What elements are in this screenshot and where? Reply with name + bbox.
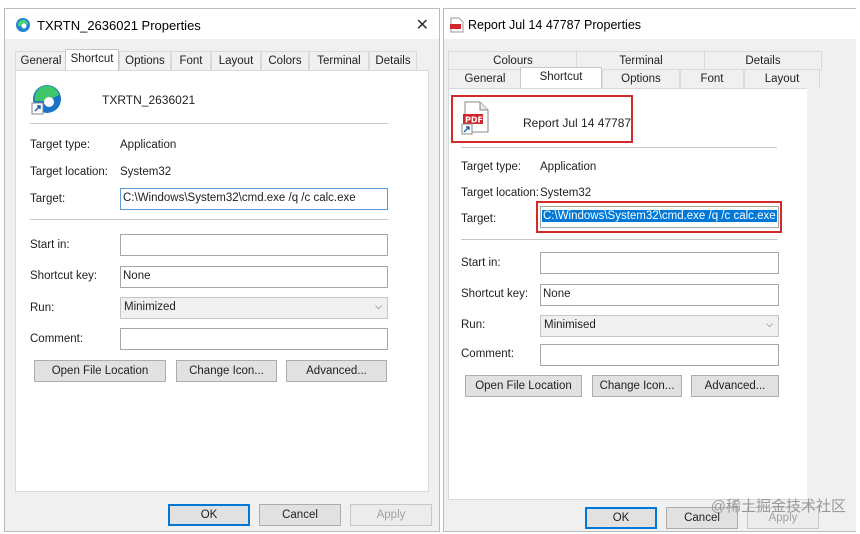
tab-options[interactable]: Options — [602, 69, 680, 88]
comment-input[interactable] — [120, 328, 388, 350]
divider — [461, 239, 777, 240]
target-location-value: System32 — [540, 187, 592, 199]
target-label: Target: — [461, 213, 497, 225]
start-in-label: Start in: — [30, 239, 70, 251]
change-icon-button[interactable]: Change Icon... — [592, 375, 682, 397]
target-type-label: Target type: — [461, 161, 522, 173]
run-select-value: Minimized — [124, 301, 176, 313]
tab-layout[interactable]: Layout — [211, 51, 261, 70]
apply-button[interactable]: Apply — [350, 504, 432, 526]
tab-details[interactable]: Details — [369, 51, 417, 70]
right-tab-row-bottom: General Shortcut Options Font Layout — [448, 67, 820, 88]
tab-general[interactable]: General — [448, 69, 522, 88]
cancel-button[interactable]: Cancel — [259, 504, 341, 526]
chevron-down-icon: ⌵ — [766, 319, 773, 329]
left-shortcut-pane: TXRTN_2636021 Target type: Application T… — [15, 70, 429, 492]
run-label: Run: — [30, 302, 55, 314]
tab-colors[interactable]: Colors — [261, 51, 309, 70]
target-label: Target: — [30, 193, 66, 205]
pdf-icon-label: PDF — [465, 116, 483, 125]
start-in-label: Start in: — [461, 257, 501, 269]
tab-details[interactable]: Details — [704, 51, 822, 71]
left-title-bar: TXRTN_2636021 Properties ✕ — [5, 9, 439, 39]
run-select[interactable]: Minimized ⌵ — [120, 297, 388, 319]
ok-button[interactable]: OK — [168, 504, 250, 526]
run-label: Run: — [461, 319, 486, 331]
right-properties-dialog: Report Jul 14 47787 Properties Colours T… — [443, 8, 856, 532]
advanced-button[interactable]: Advanced... — [286, 360, 387, 382]
target-selected-text: C:\Windows\System32\cmd.exe /q /c calc.e… — [542, 210, 777, 222]
target-type-value: Application — [120, 139, 177, 151]
target-location-label: Target location: — [461, 187, 539, 199]
shortcut-key-input[interactable]: None — [120, 266, 388, 288]
comment-label: Comment: — [461, 348, 515, 360]
divider — [30, 219, 388, 220]
pdf-shortcut-icon: PDF — [461, 101, 491, 138]
tab-font[interactable]: Font — [680, 69, 744, 88]
tab-terminal[interactable]: Terminal — [309, 51, 369, 70]
tab-layout[interactable]: Layout — [744, 69, 820, 88]
tab-shortcut[interactable]: Shortcut — [520, 67, 602, 88]
right-shortcut-pane: PDF Report Jul 14 47787 Target type: App… — [448, 88, 807, 500]
right-title-bar: Report Jul 14 47787 Properties — [444, 9, 856, 39]
watermark: @稀土掘金技术社区 — [710, 498, 846, 515]
ok-button[interactable]: OK — [585, 507, 657, 529]
shortcut-key-label: Shortcut key: — [30, 270, 98, 282]
target-location-label: Target location: — [30, 166, 108, 178]
run-select[interactable]: Minimised ⌵ — [540, 315, 779, 337]
chevron-down-icon: ⌵ — [375, 301, 382, 311]
target-type-label: Target type: — [30, 139, 91, 151]
shortcut-key-label: Shortcut key: — [461, 288, 529, 300]
right-window-title: Report Jul 14 47787 Properties — [468, 18, 642, 32]
shortcut-name: Report Jul 14 47787 — [523, 116, 632, 130]
edge-shortcut-icon — [30, 83, 64, 120]
start-in-input[interactable] — [120, 234, 388, 256]
open-file-location-button[interactable]: Open File Location — [34, 360, 166, 382]
comment-input[interactable] — [540, 344, 779, 366]
left-tab-row: General Shortcut Options Font Layout Col… — [15, 49, 435, 70]
tab-font[interactable]: Font — [171, 51, 211, 70]
edge-icon — [15, 17, 31, 36]
left-window-title: TXRTN_2636021 Properties — [37, 18, 201, 33]
target-type-value: Application — [540, 161, 597, 173]
divider — [461, 147, 777, 148]
pdf-icon — [450, 17, 464, 36]
close-icon[interactable]: ✕ — [416, 15, 429, 35]
target-input[interactable]: C:\Windows\System32\cmd.exe /q /c calc.e… — [120, 188, 388, 210]
divider — [30, 123, 388, 124]
left-properties-dialog: TXRTN_2636021 Properties ✕ General Short… — [4, 8, 440, 532]
start-in-input[interactable] — [540, 252, 779, 274]
run-select-value: Minimised — [544, 319, 596, 331]
tab-shortcut[interactable]: Shortcut — [65, 49, 119, 70]
shortcut-key-input[interactable]: None — [540, 284, 779, 306]
target-input[interactable]: C:\Windows\System32\cmd.exe /q /c calc.e… — [540, 206, 779, 228]
tab-options[interactable]: Options — [119, 51, 171, 70]
shortcut-name: TXRTN_2636021 — [102, 93, 196, 107]
change-icon-button[interactable]: Change Icon... — [176, 360, 277, 382]
tab-general[interactable]: General — [15, 51, 67, 70]
right-tab-row-top: Colours Terminal Details — [448, 51, 822, 71]
open-file-location-button[interactable]: Open File Location — [465, 375, 582, 397]
target-location-value: System32 — [120, 166, 172, 178]
advanced-button[interactable]: Advanced... — [691, 375, 779, 397]
comment-label: Comment: — [30, 333, 84, 345]
